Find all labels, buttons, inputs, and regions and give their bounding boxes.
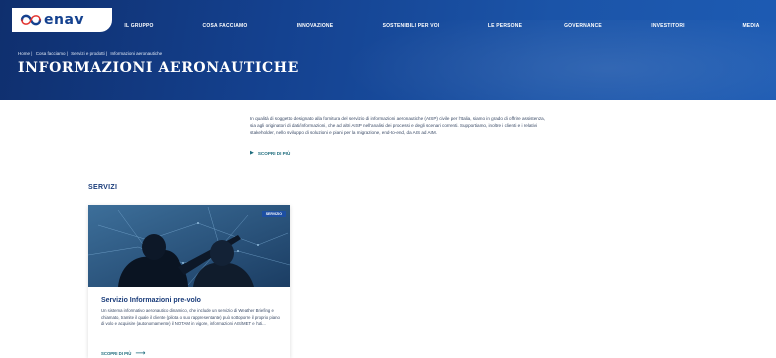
service-tag: SERVIZIO (261, 211, 286, 217)
breadcrumb-current: Informazioni aeronautiche (110, 51, 163, 56)
nav-item-sostenibili[interactable]: SOSTENIBILI PER VOI (383, 23, 440, 29)
nav-item-cosa-facciamo[interactable]: COSA FACCIAMO (203, 23, 248, 29)
page-title: INFORMAZIONI AERONAUTICHE (18, 60, 299, 76)
nav-item-le-persone[interactable]: LE PERSONE (488, 23, 522, 29)
intro-more-link[interactable]: ▶ SCOPRI DI PIÙ (250, 150, 290, 156)
control-room-illustration (88, 205, 290, 287)
breadcrumb-home[interactable]: Home | (18, 51, 32, 56)
nav-item-media[interactable]: MEDIA (742, 23, 759, 29)
breadcrumb: Home | Cosa facciamo | Servizi e prodott… (18, 51, 164, 56)
arrow-right-icon: ⟶ (135, 349, 146, 357)
hero-header: enav IL GRUPPO COSA FACCIAMO INNOVAZIONE… (0, 0, 776, 100)
nav-item-il-gruppo[interactable]: IL GRUPPO (124, 23, 153, 29)
nav-item-governance[interactable]: GOVERNANCE (564, 23, 602, 29)
service-card-text: Un sistema informativo aeronautico dinam… (101, 308, 280, 326)
service-card-image: SERVIZIO (88, 205, 290, 287)
service-card[interactable]: SERVIZIO Servizio Informazioni pre-volo … (88, 205, 290, 358)
intro-more-label: SCOPRI DI PIÙ (257, 150, 291, 156)
intro-text: In qualità di soggetto designato alla fo… (250, 116, 545, 135)
breadcrumb-cosa-facciamo[interactable]: Cosa facciamo | (36, 51, 68, 56)
services-title: SERVIZI (88, 184, 118, 191)
service-card-title[interactable]: Servizio Informazioni pre-volo (101, 297, 201, 304)
nav-item-innovazione[interactable]: INNOVAZIONE (297, 23, 334, 29)
play-triangle-icon: ▶ (250, 150, 254, 156)
nav-item-investitori[interactable]: INVESTITORI (651, 23, 685, 29)
main-nav: IL GRUPPO COSA FACCIAMO INNOVAZIONE SOST… (0, 23, 776, 33)
service-card-more-link[interactable]: SCOPRI DI PIÙ ⟶ (101, 349, 146, 357)
service-card-more-label: SCOPRI DI PIÙ (101, 351, 132, 356)
breadcrumb-servizi[interactable]: Servizi e prodotti | (71, 51, 107, 56)
